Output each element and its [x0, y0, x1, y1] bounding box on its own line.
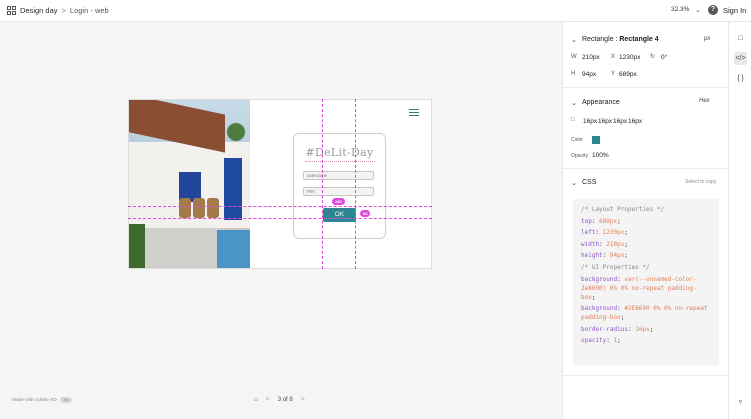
ok-button[interactable]: OK — [323, 208, 356, 222]
y-value: 689px — [619, 71, 637, 78]
guide-right — [355, 99, 356, 269]
made-with-label: Made with Adobe XD — [12, 397, 57, 403]
guide-top — [128, 206, 432, 207]
filter-icon[interactable]: ▿ — [734, 396, 747, 409]
logo-underline — [305, 161, 375, 162]
radius-top-right: 16px — [598, 118, 613, 125]
opacity-label: Opacity — [571, 153, 588, 159]
css-line: background: var(--unnamed-color-2e8690) … — [581, 275, 697, 301]
username-field[interactable]: username — [303, 171, 374, 180]
code-inspect-icon[interactable]: </> — [734, 52, 747, 65]
chevron-down-icon[interactable]: ⌄ — [571, 36, 577, 44]
selection-section: ⌄ Rectangle : Rectangle 4 px W 210px X 1… — [563, 22, 729, 88]
css-comment-ui: /* UI Properties */ — [581, 263, 650, 271]
css-line: background: #2E8690 0% 0% no-repeat padd… — [581, 305, 708, 322]
radius-bottom-right: 16px — [613, 118, 628, 125]
breadcrumb-screen: Login - web — [69, 6, 109, 15]
opacity-value: 100% — [592, 152, 609, 159]
house-photo — [129, 100, 250, 268]
radius-bottom-left: 16px — [628, 118, 643, 125]
next-page-button[interactable]: > — [301, 396, 305, 403]
pin-field[interactable]: PIN — [303, 187, 374, 196]
chevron-down-icon[interactable]: ⌄ — [695, 6, 701, 14]
corner-radius-icon: □ — [571, 117, 575, 123]
measure-top-badge: 280 — [332, 198, 345, 205]
css-line: height: 94px; — [581, 252, 628, 260]
appearance-section: ⌄ Appearance Hex □ 16px 16px 16px 16px C… — [563, 88, 729, 169]
css-comment-layout: /* Layout Properties */ — [581, 206, 665, 213]
css-line: border-radius: 16px; — [581, 325, 654, 333]
hamburger-menu-icon[interactable] — [409, 109, 419, 116]
made-with-xd[interactable]: Made with Adobe XD Xd — [12, 397, 72, 403]
appearance-title: Appearance — [582, 99, 620, 106]
comment-icon[interactable]: □ — [734, 32, 747, 45]
x-label: X — [611, 54, 616, 60]
rotation-icon: ↻ — [650, 54, 656, 60]
app-logo: #DeLit-Day — [305, 146, 374, 159]
page-navigator: ⌂ < 3 of 8 > — [254, 396, 305, 403]
w-value: 210px — [582, 54, 600, 61]
selection-title: Rectangle : Rectangle 4 — [582, 36, 659, 43]
guide-left — [322, 99, 323, 269]
sign-in-link[interactable]: Sign In — [723, 6, 746, 15]
selection-name: Rectangle 4 — [619, 36, 659, 43]
measure-right-badge: 94 — [360, 210, 371, 217]
unit-selector[interactable]: px — [704, 36, 710, 42]
braces-icon[interactable]: { } — [734, 72, 747, 85]
css-line: width: 210px; — [581, 240, 628, 248]
h-value: 94px — [582, 71, 597, 78]
login-card: #DeLit-Day username PIN OK — [293, 133, 386, 239]
w-label: W — [571, 54, 577, 60]
chevron-down-icon[interactable]: ⌄ — [571, 179, 577, 187]
css-line: top: 689px; — [581, 217, 621, 225]
home-icon[interactable]: ⌂ — [254, 397, 258, 403]
color-swatch[interactable] — [592, 136, 600, 144]
artboard-login-web[interactable]: #DeLit-Day username PIN OK — [128, 99, 432, 269]
y-label: Y — [611, 71, 616, 77]
prev-page-button[interactable]: < — [266, 396, 270, 403]
breadcrumb-separator: > — [61, 6, 66, 15]
guide-bottom — [128, 218, 432, 219]
css-line: left: 1230px; — [581, 229, 628, 237]
top-bar: Design day > Login - web 32.3% ⌄ ? Sign … — [0, 0, 751, 22]
select-to-copy-hint: Select to copy — [685, 179, 717, 185]
selection-type: Rectangle : — [582, 36, 618, 43]
rotation-value: 0° — [661, 54, 668, 61]
xd-badge-icon: Xd — [59, 397, 72, 403]
inspect-panel: ⌄ Rectangle : Rectangle 4 px W 210px X 1… — [562, 22, 729, 419]
color-label: Color — [571, 137, 583, 143]
css-title: CSS — [582, 179, 597, 186]
chevron-down-icon[interactable]: ⌄ — [571, 99, 577, 107]
preview-canvas: #DeLit-Day username PIN OK 280 94 Made w… — [0, 22, 562, 419]
color-format-selector[interactable]: Hex — [699, 98, 710, 104]
breadcrumb: Design day > Login - web — [20, 6, 109, 15]
css-code-block[interactable]: /* Layout Properties */ top: 689px; left… — [573, 199, 719, 365]
page-indicator: 3 of 8 — [277, 396, 293, 403]
zoom-level[interactable]: 32.3% — [671, 6, 689, 13]
css-line: opacity: 1; — [581, 337, 621, 345]
grid-menu-icon[interactable] — [7, 6, 16, 15]
breadcrumb-project[interactable]: Design day — [20, 6, 58, 15]
help-icon[interactable]: ? — [708, 5, 718, 15]
icon-rail: □ </> { } ▿ — [728, 22, 751, 419]
h-label: H — [571, 71, 576, 77]
x-value: 1230px — [619, 54, 641, 61]
radius-top-left: 16px — [583, 118, 598, 125]
